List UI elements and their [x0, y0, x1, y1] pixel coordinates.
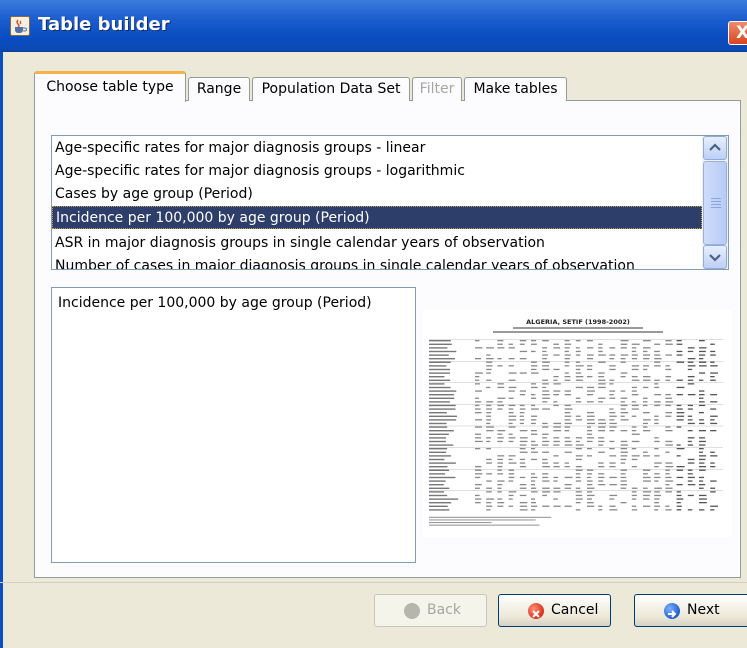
- list-item[interactable]: Age-specific rates for major diagnosis g…: [52, 160, 702, 183]
- separator: [0, 582, 747, 583]
- scroll-down-button[interactable]: [703, 245, 727, 269]
- list-item[interactable]: ASR in major diagnosis groups in single …: [52, 232, 702, 255]
- preview-title: ALGERIA, SETIF (1998-2002): [526, 318, 630, 326]
- tab-make-tables[interactable]: Make tables: [464, 77, 567, 101]
- list-item[interactable]: Number of cases in major diagnosis group…: [52, 255, 702, 269]
- window-title: Table builder: [38, 14, 170, 35]
- scroll-up-button[interactable]: [703, 136, 727, 160]
- java-coffee-icon: [10, 16, 30, 36]
- list-item[interactable]: Age-specific rates for major diagnosis g…: [52, 137, 702, 160]
- back-button: Back: [374, 594, 487, 627]
- list-item[interactable]: Cases by age group (Period): [52, 183, 702, 206]
- cancel-icon: [528, 603, 544, 619]
- description-text: Incidence per 100,000 by age group (Peri…: [58, 295, 372, 311]
- window-frame-left: [0, 52, 3, 648]
- tab-range[interactable]: Range: [188, 77, 250, 101]
- next-button[interactable]: Next: [634, 594, 747, 627]
- tab-filter: Filter: [412, 77, 462, 101]
- tab-choose-table-type[interactable]: Choose table type: [34, 71, 186, 102]
- table-type-list[interactable]: Age-specific rates for major diagnosis g…: [51, 135, 729, 270]
- chevron-up-icon: [709, 143, 721, 151]
- tab-population-data-set[interactable]: Population Data Set: [252, 77, 410, 101]
- next-arrow-icon: [664, 603, 680, 619]
- cancel-button[interactable]: Cancel: [498, 594, 611, 627]
- title-bar[interactable]: Table builder X: [0, 0, 747, 52]
- close-button[interactable]: X: [728, 21, 747, 45]
- table-preview-thumbnail: ALGERIA, SETIF (1998-2002): [423, 310, 732, 537]
- scroll-thumb[interactable]: [703, 161, 727, 245]
- back-arrow-icon: [404, 603, 420, 619]
- list-scrollbar[interactable]: [702, 136, 728, 269]
- close-icon: X: [736, 23, 747, 43]
- list-item-selected[interactable]: Incidence per 100,000 by age group (Peri…: [52, 206, 702, 229]
- chevron-down-icon: [709, 254, 721, 262]
- description-panel: Incidence per 100,000 by age group (Peri…: [51, 287, 416, 563]
